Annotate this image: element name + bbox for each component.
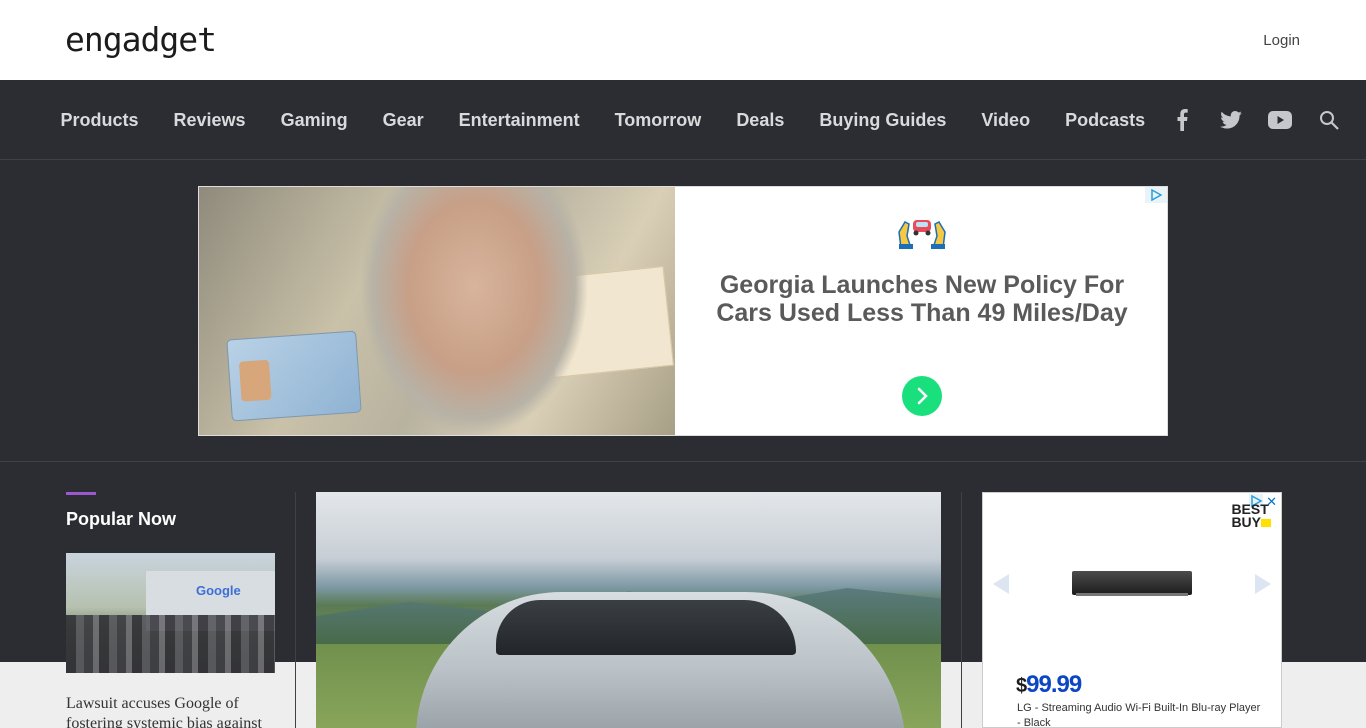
side-ad[interactable]: ✕ BEST BUY $99.99 LG - Streaming Audio W… — [982, 492, 1282, 728]
column-divider-left — [295, 492, 296, 728]
banner-headline-line2: Cars Used Less Than 49 Miles/Day — [716, 299, 1128, 327]
main-nav: Products Reviews Gaming Gear Entertainme… — [0, 80, 1366, 160]
best-buy-tag-icon — [1261, 519, 1271, 527]
banner-ad-photo — [199, 187, 675, 435]
adchoices-icon[interactable] — [1145, 187, 1167, 203]
product-price[interactable]: $99.99 — [1016, 671, 1082, 699]
popular-now-section: Popular Now — [66, 492, 276, 530]
twitter-icon[interactable] — [1218, 107, 1244, 133]
social-icons — [1146, 80, 1342, 160]
popular-now-title: Popular Now — [66, 509, 177, 529]
column-divider-right — [961, 492, 962, 728]
best-buy-logo: BEST BUY — [1231, 502, 1271, 529]
nav-item-products[interactable]: Products — [43, 110, 156, 131]
nav-item-entertainment[interactable]: Entertainment — [441, 110, 597, 131]
hero-article-image[interactable] — [316, 492, 941, 728]
nav-item-tomorrow[interactable]: Tomorrow — [597, 110, 719, 131]
photo-person — [359, 187, 589, 435]
search-icon[interactable] — [1316, 107, 1342, 133]
nav-item-gaming[interactable]: Gaming — [263, 110, 365, 131]
carousel-next-icon[interactable] — [1255, 574, 1271, 594]
banner-ad-arrow-button[interactable] — [902, 376, 942, 416]
nav-item-gear[interactable]: Gear — [365, 110, 441, 131]
popular-accent-bar — [66, 492, 96, 495]
nav-item-video[interactable]: Video — [964, 110, 1048, 131]
youtube-icon[interactable] — [1267, 107, 1293, 133]
banner-headline-line1: Georgia Launches New Policy For — [719, 271, 1125, 299]
popular-article-title[interactable]: Lawsuit accuses Google of fostering syst… — [66, 694, 281, 728]
nav-item-deals[interactable]: Deals — [719, 110, 802, 131]
popular-article-thumbnail[interactable]: Google — [66, 553, 275, 673]
top-header: engadget Login — [0, 0, 1366, 80]
nav-item-buying-guides[interactable]: Buying Guides — [802, 110, 964, 131]
banner-ad[interactable]: Georgia Launches New Policy For Cars Use… — [198, 186, 1168, 436]
car-hands-icon — [897, 214, 947, 250]
photo-license-card — [226, 330, 362, 422]
banner-ad-content: Georgia Launches New Policy For Cars Use… — [675, 187, 1167, 435]
banner-ad-headline[interactable]: Georgia Launches New Policy For Cars Use… — [675, 271, 1167, 327]
facebook-icon[interactable] — [1169, 107, 1195, 133]
carousel-prev-icon[interactable] — [993, 574, 1009, 594]
thumb-logo-text: Google — [196, 583, 241, 598]
chevron-right-icon — [917, 387, 928, 405]
product-description[interactable]: LG - Streaming Audio Wi-Fi Built-In Blu-… — [1017, 701, 1267, 727]
product-image[interactable] — [1072, 571, 1192, 595]
section-divider — [0, 461, 1366, 462]
engadget-logo[interactable]: engadget — [65, 22, 217, 58]
nav-items: Products Reviews Gaming Gear Entertainme… — [43, 80, 1163, 160]
nav-item-reviews[interactable]: Reviews — [156, 110, 263, 131]
login-link[interactable]: Login — [1263, 32, 1300, 49]
